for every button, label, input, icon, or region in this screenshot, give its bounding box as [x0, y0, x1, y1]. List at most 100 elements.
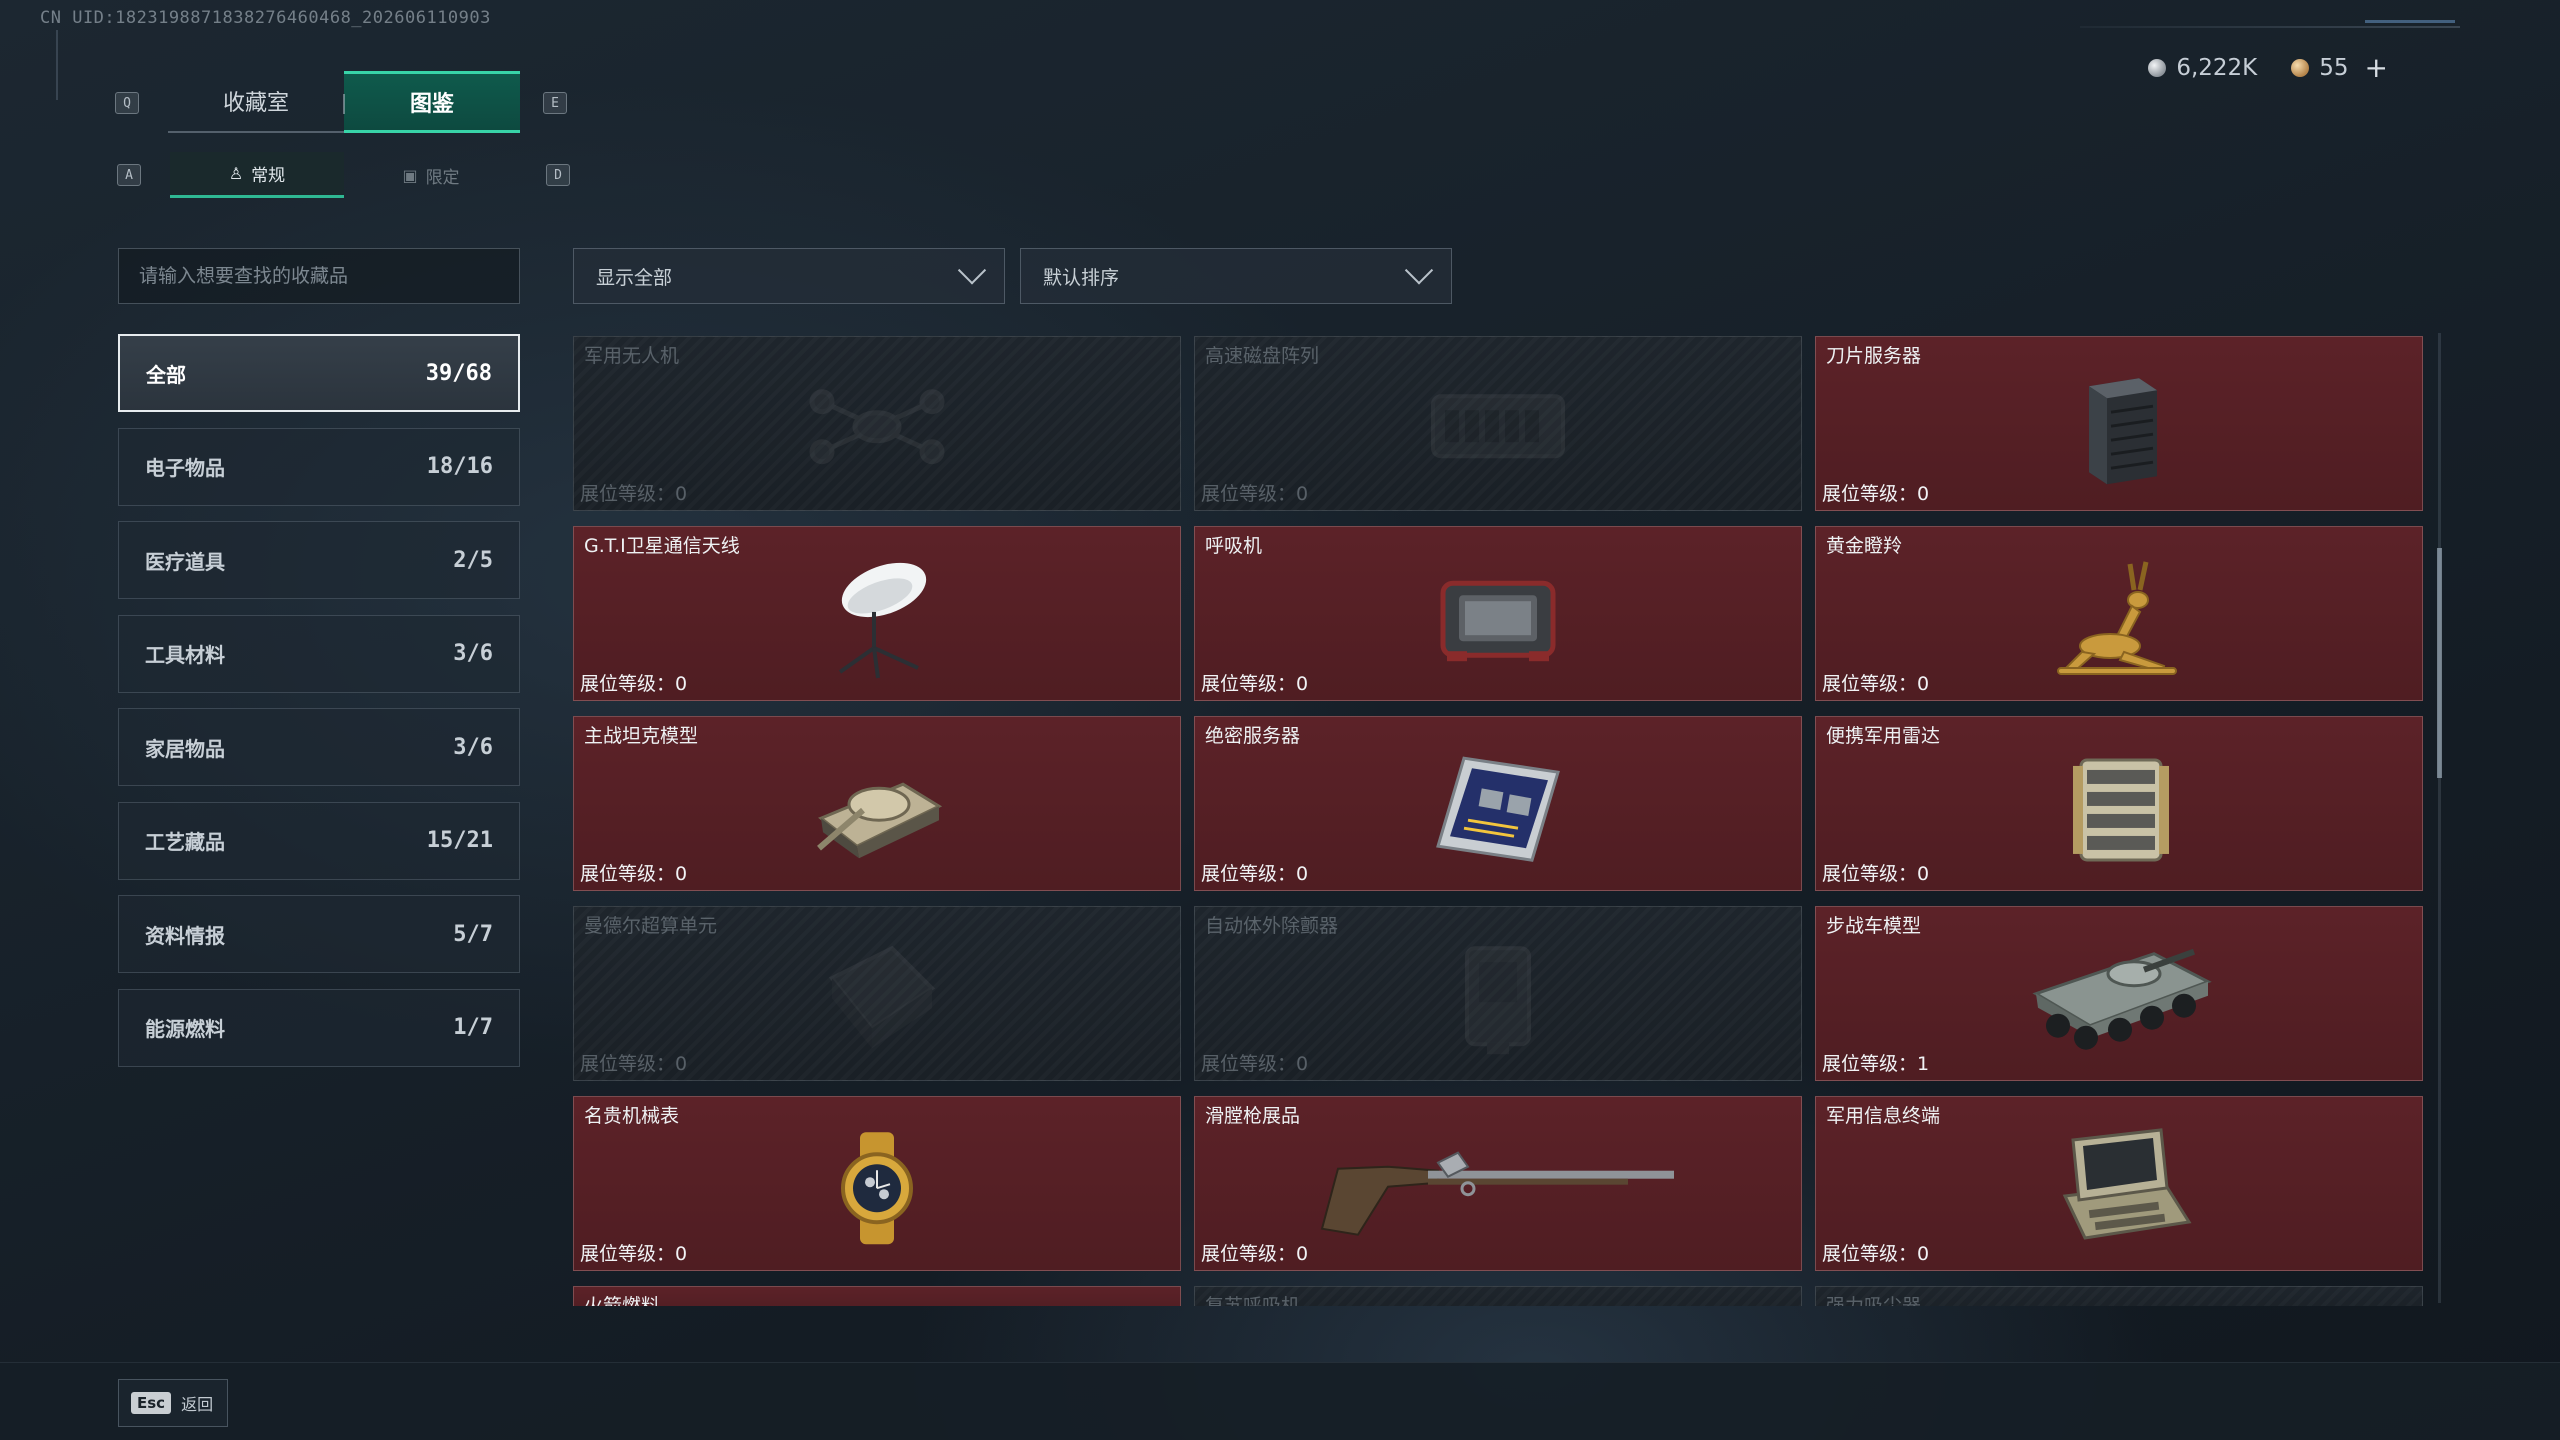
level-label: 展位等级： [1822, 1243, 1918, 1265]
card-level: 展位等级：0 [1201, 1049, 1308, 1076]
card-level: 展位等级：0 [580, 859, 687, 886]
watch-icon [822, 1128, 932, 1252]
search-input[interactable] [118, 248, 520, 304]
category-label: 医疗道具 [145, 549, 225, 574]
category-count: 18/16 [426, 454, 493, 479]
category-tools[interactable]: 工具材料 3/6 [118, 614, 520, 693]
card-title: 黄金瞪羚 [1826, 535, 1903, 557]
card-title: 步战车模型 [1826, 915, 1922, 937]
category-electronics[interactable]: 电子物品 18/16 [118, 427, 520, 506]
silver-amount: 6,222K [2176, 55, 2258, 81]
tank-icon [807, 748, 947, 872]
card-title: 高速磁盘阵列 [1205, 345, 1320, 367]
level-label: 展位等级： [580, 1053, 676, 1075]
gold-coin-icon [2291, 59, 2310, 77]
terminal-icon [2039, 1125, 2199, 1254]
level-label: 展位等级： [1201, 483, 1297, 505]
collection-card[interactable]: 高速磁盘阵列展位等级：0 [1194, 336, 1802, 511]
gold-amount: 55 [2319, 55, 2349, 81]
silver-currency: 6,222K [2148, 55, 2257, 81]
collection-card[interactable]: 强力吸尘器 [1815, 1286, 2423, 1306]
scrollbar-thumb[interactable] [2437, 548, 2442, 778]
filter-dropdown[interactable]: 显示全部 [573, 248, 1005, 304]
category-energy[interactable]: 能源燃料 1/7 [118, 988, 520, 1067]
ventilator-icon [1433, 567, 1563, 671]
collection-card[interactable]: 火箭燃料 [573, 1286, 1181, 1306]
tab-separator [343, 94, 345, 114]
collection-card[interactable]: 刀片服务器展位等级：0 [1815, 336, 2423, 511]
level-label: 展位等级： [580, 1243, 676, 1265]
card-title: 火箭燃料 [584, 1295, 661, 1306]
level-value: 0 [1296, 483, 1309, 505]
add-currency-button[interactable]: + [2365, 54, 2388, 82]
satellite-dish-icon [822, 555, 932, 684]
card-title: 军用无人机 [584, 345, 680, 367]
card-level: 展位等级：0 [1822, 859, 1929, 886]
tab-collection-room[interactable]: 收藏室 [168, 71, 344, 133]
card-level: 展位等级：0 [1201, 1239, 1308, 1266]
level-label: 展位等级： [1822, 483, 1918, 505]
scrollbar-track[interactable] [2438, 333, 2441, 1303]
category-medical[interactable]: 医疗道具 2/5 [118, 521, 520, 599]
category-all[interactable]: 全部 39/68 [118, 334, 520, 412]
card-level: 展位等级：0 [1201, 479, 1308, 506]
sort-dropdown[interactable]: 默认排序 [1020, 248, 1452, 304]
collection-card[interactable]: 自动体外除颤器 展位等级：0 [1194, 906, 1802, 1081]
card-level: 展位等级：0 [580, 1049, 687, 1076]
card-level: 展位等级：1 [1822, 1049, 1929, 1076]
level-value: 0 [1296, 863, 1309, 885]
collection-card[interactable]: 军用信息终端 展位等级：0 [1815, 1096, 2423, 1271]
subtab-regular[interactable]: ♙ 常规 [170, 152, 344, 198]
main-tabs: 收藏室 图鉴 [168, 71, 520, 133]
card-level: 展位等级：0 [580, 479, 687, 506]
category-label: 电子物品 [145, 456, 225, 480]
subtab-label: 限定 [425, 167, 460, 188]
subtab-limited[interactable]: ▣ 限定 [344, 152, 518, 198]
collection-card[interactable]: 便携军用雷达 展位等级：0 [1815, 716, 2423, 891]
category-intel[interactable]: 资料情报 5/7 [118, 895, 520, 973]
card-title: 刀片服务器 [1826, 345, 1922, 367]
collection-card[interactable]: 曼德尔超算单元 展位等级：0 [573, 906, 1181, 1081]
collection-card[interactable]: 名贵机械表展位等级：0 [573, 1096, 1181, 1271]
level-value: 0 [675, 863, 688, 885]
card-title: 名贵机械表 [584, 1105, 680, 1127]
card-title: 呼吸机 [1205, 535, 1263, 557]
edge-decoration [56, 30, 64, 100]
category-crafts[interactable]: 工艺藏品 15/21 [118, 801, 520, 880]
collection-card[interactable]: 绝密服务器 展位等级：0 [1194, 716, 1802, 891]
collection-card[interactable]: 军用无人机展位等级：0 [573, 336, 1181, 511]
level-value: 0 [1917, 483, 1930, 505]
collection-card[interactable]: 主战坦克模型展位等级：0 [573, 716, 1181, 891]
level-label: 展位等级： [1822, 863, 1918, 885]
chevron-down-icon [957, 256, 987, 285]
level-label: 展位等级： [1201, 673, 1297, 695]
back-button[interactable]: Esc 返回 [118, 1379, 228, 1427]
prev-tab-key[interactable]: Q [115, 92, 139, 114]
card-level: 展位等级：0 [1822, 1239, 1929, 1266]
collection-card[interactable]: 滑膛枪展品 展位等级：0 [1194, 1096, 1802, 1271]
level-value: 0 [675, 483, 688, 505]
category-count: 5/7 [453, 921, 493, 947]
category-household[interactable]: 家居物品 3/6 [118, 708, 520, 786]
collection-card[interactable]: 步战车模型展位等级：1 [1815, 906, 2423, 1081]
tab-catalog[interactable]: 图鉴 [343, 71, 520, 133]
level-value: 0 [675, 673, 688, 695]
next-tab-key[interactable]: E [543, 92, 567, 114]
radar-icon [2059, 745, 2179, 874]
gazelle-icon [2054, 555, 2184, 684]
collection-card[interactable]: G.T.I卫星通信天线 展位等级：0 [573, 526, 1181, 701]
collection-card[interactable]: 复苏呼吸机 [1194, 1286, 1802, 1306]
person-icon: ♙ [228, 164, 244, 183]
prev-subtab-key[interactable]: A [117, 164, 141, 186]
bottom-bar [0, 1362, 2560, 1440]
category-count: 3/6 [453, 734, 493, 760]
card-title: 主战坦克模型 [584, 725, 699, 747]
next-subtab-key[interactable]: D [546, 164, 570, 186]
level-value: 0 [675, 1243, 688, 1265]
collection-card[interactable]: 呼吸机 展位等级：0 [1194, 526, 1802, 701]
category-count: 15/21 [426, 828, 493, 853]
collection-grid-viewport: 军用无人机 展位等级：0 高速磁盘阵列 展位等级：0 刀片服务器 展位等级：0 G.T.I卫… [573, 336, 2425, 1306]
collection-card[interactable]: 黄金瞪羚 展位等级：0 [1815, 526, 2423, 701]
subtab-label: 常规 [251, 166, 286, 186]
top-accent [2365, 20, 2455, 23]
